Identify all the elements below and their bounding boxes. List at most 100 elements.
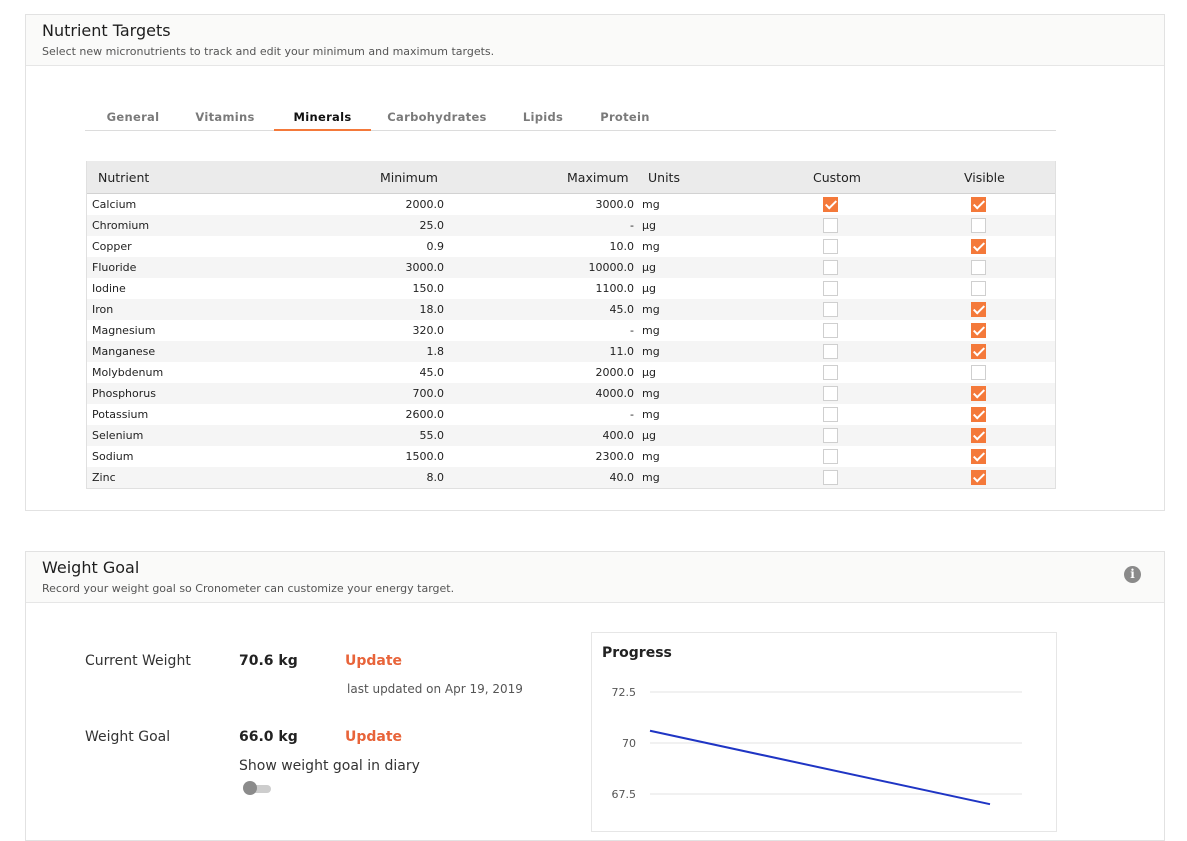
maximum-value[interactable]: 400.0: [603, 425, 635, 446]
visible-checkbox[interactable]: [971, 449, 986, 464]
custom-checkbox[interactable]: [823, 344, 838, 359]
col-nutrient[interactable]: Nutrient: [98, 161, 149, 195]
minimum-value[interactable]: 55.0: [420, 425, 445, 446]
show-goal-in-diary-label: Show weight goal in diary: [239, 758, 420, 774]
minimum-value[interactable]: 45.0: [420, 362, 445, 383]
custom-checkbox[interactable]: [823, 302, 838, 317]
visible-checkbox[interactable]: [971, 239, 986, 254]
custom-checkbox[interactable]: [823, 281, 838, 296]
maximum-value[interactable]: -: [630, 215, 634, 236]
minimum-value[interactable]: 2000.0: [406, 194, 445, 215]
table-row[interactable]: Selenium 55.0 400.0 µg: [87, 425, 1055, 446]
minimum-value[interactable]: 0.9: [427, 236, 445, 257]
visible-checkbox[interactable]: [971, 197, 986, 212]
table-row[interactable]: Potassium 2600.0 - mg: [87, 404, 1055, 425]
custom-checkbox[interactable]: [823, 449, 838, 464]
maximum-value[interactable]: 11.0: [610, 341, 635, 362]
visible-checkbox[interactable]: [971, 281, 986, 296]
maximum-value[interactable]: 45.0: [610, 299, 635, 320]
tab-protein[interactable]: Protein: [588, 102, 662, 131]
table-row[interactable]: Fluoride 3000.0 10000.0 µg: [87, 257, 1055, 278]
info-icon[interactable]: i: [1124, 566, 1141, 583]
minimum-value[interactable]: 18.0: [420, 299, 445, 320]
nutrient-targets-table: Nutrient Minimum Maximum Units Custom Vi…: [86, 161, 1056, 489]
table-row[interactable]: Phosphorus 700.0 4000.0 mg: [87, 383, 1055, 404]
table-row[interactable]: Sodium 1500.0 2300.0 mg: [87, 446, 1055, 467]
custom-checkbox[interactable]: [823, 407, 838, 422]
nutrient-name: Sodium: [92, 450, 134, 463]
table-row[interactable]: Zinc 8.0 40.0 mg: [87, 467, 1055, 488]
current-weight-label: Current Weight: [85, 653, 191, 669]
custom-checkbox[interactable]: [823, 428, 838, 443]
weight-goal-value: 66.0 kg: [239, 729, 298, 745]
tab-vitamins[interactable]: Vitamins: [181, 102, 269, 131]
maximum-value[interactable]: 40.0: [610, 467, 635, 488]
table-row[interactable]: Calcium 2000.0 3000.0 mg: [87, 194, 1055, 215]
minimum-value[interactable]: 8.0: [427, 467, 445, 488]
visible-checkbox[interactable]: [971, 260, 986, 275]
show-goal-in-diary-toggle[interactable]: [243, 781, 272, 795]
maximum-value[interactable]: 10.0: [610, 236, 635, 257]
visible-checkbox[interactable]: [971, 365, 986, 380]
tab-carbohydrates[interactable]: Carbohydrates: [376, 102, 498, 131]
tab-minerals[interactable]: Minerals: [274, 102, 371, 131]
maximum-value[interactable]: 2300.0: [596, 446, 635, 467]
visible-checkbox[interactable]: [971, 386, 986, 401]
visible-checkbox[interactable]: [971, 323, 986, 338]
custom-checkbox[interactable]: [823, 323, 838, 338]
visible-checkbox[interactable]: [971, 218, 986, 233]
custom-checkbox[interactable]: [823, 218, 838, 233]
maximum-value[interactable]: -: [630, 404, 634, 425]
minimum-value[interactable]: 320.0: [413, 320, 445, 341]
visible-checkbox[interactable]: [971, 344, 986, 359]
maximum-value[interactable]: 3000.0: [596, 194, 635, 215]
maximum-value[interactable]: 2000.0: [596, 362, 635, 383]
unit-value: mg: [642, 240, 660, 253]
tab-lipids[interactable]: Lipids: [508, 102, 578, 131]
maximum-value[interactable]: 10000.0: [589, 257, 635, 278]
maximum-value[interactable]: 4000.0: [596, 383, 635, 404]
table-row[interactable]: Iron 18.0 45.0 mg: [87, 299, 1055, 320]
table-row[interactable]: Chromium 25.0 - µg: [87, 215, 1055, 236]
minimum-value[interactable]: 150.0: [413, 278, 445, 299]
nutrient-name: Zinc: [92, 471, 116, 484]
tab-general[interactable]: General: [85, 102, 181, 131]
col-visible[interactable]: Visible: [964, 161, 1005, 195]
minimum-value[interactable]: 25.0: [420, 215, 445, 236]
unit-value: mg: [642, 471, 660, 484]
col-maximum[interactable]: Maximum: [567, 161, 629, 195]
minimum-value[interactable]: 700.0: [413, 383, 445, 404]
visible-checkbox[interactable]: [971, 302, 986, 317]
visible-checkbox[interactable]: [971, 407, 986, 422]
maximum-value[interactable]: 1100.0: [596, 278, 635, 299]
table-row[interactable]: Manganese 1.8 11.0 mg: [87, 341, 1055, 362]
custom-checkbox[interactable]: [823, 470, 838, 485]
table-row[interactable]: Copper 0.9 10.0 mg: [87, 236, 1055, 257]
table-row[interactable]: Iodine 150.0 1100.0 µg: [87, 278, 1055, 299]
col-custom[interactable]: Custom: [813, 161, 861, 195]
update-current-weight-link[interactable]: Update: [345, 653, 402, 669]
nutrient-name: Potassium: [92, 408, 149, 421]
col-units[interactable]: Units: [648, 161, 680, 195]
update-weight-goal-link[interactable]: Update: [345, 729, 402, 745]
y-tick-label: 70: [622, 737, 636, 750]
minimum-value[interactable]: 3000.0: [406, 257, 445, 278]
table-row[interactable]: Molybdenum 45.0 2000.0 µg: [87, 362, 1055, 383]
custom-checkbox[interactable]: [823, 197, 838, 212]
visible-checkbox[interactable]: [971, 470, 986, 485]
maximum-value[interactable]: -: [630, 320, 634, 341]
custom-checkbox[interactable]: [823, 239, 838, 254]
minimum-value[interactable]: 2600.0: [406, 404, 445, 425]
minimum-value[interactable]: 1500.0: [406, 446, 445, 467]
weight-goal-header: Weight Goal Record your weight goal so C…: [26, 552, 1164, 603]
visible-checkbox[interactable]: [971, 428, 986, 443]
table-row[interactable]: Magnesium 320.0 - mg: [87, 320, 1055, 341]
weight-goal-title: Weight Goal: [42, 558, 140, 577]
custom-checkbox[interactable]: [823, 386, 838, 401]
custom-checkbox[interactable]: [823, 365, 838, 380]
weight-goal-label: Weight Goal: [85, 729, 171, 745]
nutrient-name: Iodine: [92, 282, 126, 295]
custom-checkbox[interactable]: [823, 260, 838, 275]
minimum-value[interactable]: 1.8: [427, 341, 445, 362]
col-minimum[interactable]: Minimum: [380, 161, 438, 195]
